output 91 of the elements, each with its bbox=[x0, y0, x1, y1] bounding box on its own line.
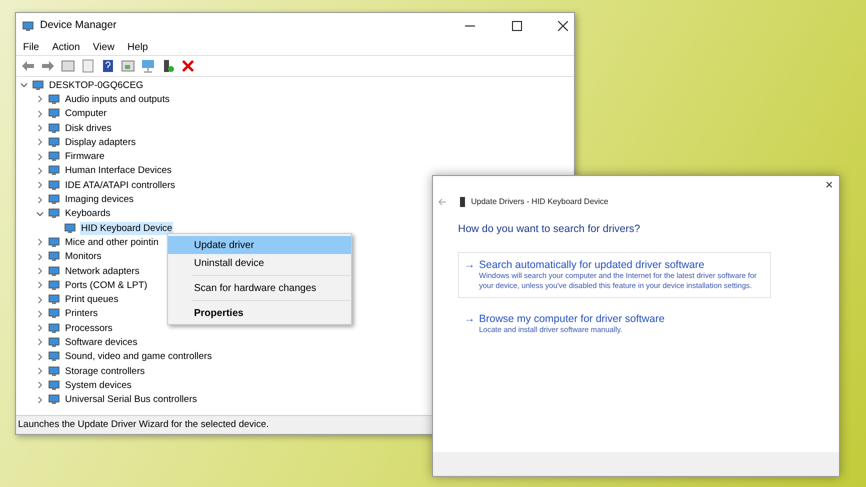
menu-item[interactable]: Uninstall device bbox=[168, 254, 351, 272]
tree-item[interactable]: Sound, video and game controllers bbox=[64, 350, 213, 364]
tree-item[interactable]: Network adapters bbox=[64, 264, 140, 278]
chevron-icon[interactable] bbox=[36, 110, 44, 118]
chevron-icon[interactable] bbox=[36, 124, 44, 132]
chevron-icon[interactable] bbox=[36, 95, 44, 104]
chevron-icon[interactable] bbox=[36, 252, 44, 261]
chevron-icon[interactable] bbox=[36, 367, 44, 376]
tree-item[interactable]: Universal Serial Bus controllers bbox=[64, 393, 198, 406]
device-icon bbox=[48, 308, 60, 320]
tree-item[interactable]: Computer bbox=[64, 107, 108, 120]
tree-item[interactable]: HID Keyboard Device bbox=[80, 222, 174, 235]
device-icon bbox=[48, 266, 60, 276]
device-icon bbox=[48, 108, 60, 120]
device-icon bbox=[48, 151, 60, 162]
chevron-icon[interactable] bbox=[36, 196, 44, 204]
chevron-icon[interactable] bbox=[36, 381, 44, 390]
chevron-icon[interactable] bbox=[36, 281, 44, 290]
tree-item[interactable]: Processors bbox=[64, 322, 114, 335]
menu-item[interactable]: View bbox=[92, 40, 114, 54]
window-icon[interactable] bbox=[60, 58, 76, 74]
chevron-icon[interactable] bbox=[36, 324, 44, 332]
device-icon bbox=[48, 236, 60, 248]
tree-item[interactable]: Display adapters bbox=[64, 136, 137, 149]
chevron-icon[interactable] bbox=[36, 210, 44, 218]
device-icon bbox=[48, 165, 60, 176]
device-icon bbox=[48, 180, 60, 191]
device-icon bbox=[48, 294, 60, 306]
dialog-title: Update Drivers - HID Keyboard Device bbox=[471, 196, 608, 208]
menu-item[interactable]: Update driver bbox=[168, 236, 351, 254]
device-icon bbox=[48, 351, 60, 362]
device-icon bbox=[48, 394, 60, 406]
help-icon[interactable] bbox=[100, 58, 116, 74]
tree-item[interactable]: Audio inputs and outputs bbox=[64, 92, 171, 106]
tree-item[interactable]: Storage controllers bbox=[64, 364, 146, 378]
tree-item[interactable]: Human Interface Devices bbox=[64, 164, 173, 178]
forward-icon[interactable] bbox=[40, 58, 56, 74]
device-icon bbox=[48, 194, 60, 206]
device-icon bbox=[48, 380, 60, 391]
device-icon bbox=[48, 122, 60, 134]
chevron-icon[interactable] bbox=[36, 166, 44, 175]
chevron-icon[interactable] bbox=[36, 352, 44, 361]
tree-item[interactable]: Print queues bbox=[64, 293, 120, 306]
chevron-icon[interactable] bbox=[36, 238, 44, 246]
device-icon bbox=[48, 366, 60, 377]
device-icon bbox=[460, 197, 465, 207]
close-button[interactable]: × bbox=[825, 178, 833, 194]
device-icon bbox=[48, 94, 60, 105]
tree-item[interactable]: Monitors bbox=[64, 250, 102, 264]
chevron-icon[interactable] bbox=[36, 338, 44, 346]
menu-item[interactable]: File bbox=[23, 40, 40, 54]
window-icon[interactable] bbox=[120, 58, 136, 74]
device-icon bbox=[48, 322, 60, 334]
device-icon bbox=[48, 280, 60, 291]
device-icon bbox=[64, 222, 76, 234]
tree-item[interactable]: Printers bbox=[64, 307, 99, 320]
menu-item[interactable]: Scan for hardware changes bbox=[168, 279, 351, 297]
window-title: Device Manager bbox=[40, 18, 116, 34]
monitor-icon[interactable] bbox=[140, 58, 156, 74]
device-icon bbox=[32, 80, 44, 91]
chevron-icon[interactable] bbox=[36, 396, 44, 404]
chevron-icon[interactable] bbox=[36, 152, 44, 161]
menu-item[interactable]: Properties bbox=[168, 304, 351, 322]
tree-item[interactable]: Ports (COM & LPT) bbox=[64, 278, 148, 292]
dialog-heading: How do you want to search for drivers? bbox=[457, 222, 642, 237]
tree-item[interactable]: Disk drives bbox=[64, 122, 112, 135]
tree-item[interactable]: System devices bbox=[64, 378, 133, 392]
chevron-icon[interactable] bbox=[20, 81, 28, 90]
chevron-icon[interactable] bbox=[36, 267, 44, 275]
maximize-icon[interactable] bbox=[512, 21, 522, 31]
tree-item[interactable]: Keyboards bbox=[64, 207, 112, 220]
tree-item[interactable]: Imaging devices bbox=[64, 193, 135, 206]
chevron-icon[interactable] bbox=[36, 181, 44, 190]
back-icon[interactable] bbox=[438, 198, 447, 206]
device-icon bbox=[22, 20, 34, 32]
device-icon bbox=[48, 208, 60, 220]
tree-item[interactable]: Mice and other pointin bbox=[64, 236, 160, 249]
tree-item[interactable]: Firmware bbox=[64, 150, 106, 164]
device-icon bbox=[48, 251, 60, 262]
tree-item[interactable]: Software devices bbox=[64, 336, 138, 349]
close-icon[interactable] bbox=[558, 21, 568, 31]
chevron-icon[interactable] bbox=[36, 138, 44, 146]
device-icon bbox=[48, 336, 60, 348]
device-icon bbox=[48, 136, 60, 148]
delete-icon[interactable] bbox=[180, 58, 196, 74]
chevron-icon[interactable] bbox=[36, 310, 44, 318]
menu-item[interactable]: Action bbox=[52, 40, 80, 54]
tree-item[interactable]: IDE ATA/ATAPI controllers bbox=[64, 178, 176, 192]
tree-item[interactable]: DESKTOP-0GQ6CEG bbox=[48, 78, 144, 92]
chevron-icon[interactable] bbox=[36, 296, 44, 304]
menu-item[interactable]: Help bbox=[127, 40, 148, 54]
